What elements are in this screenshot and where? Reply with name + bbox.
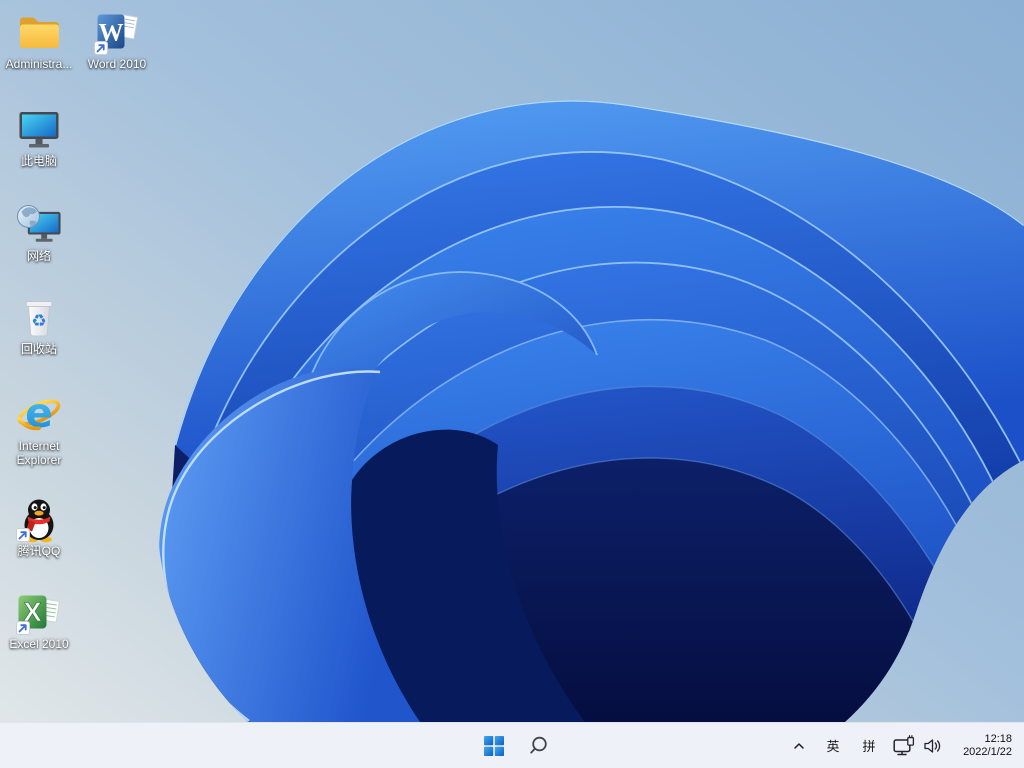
- network-tray-button[interactable]: [890, 728, 920, 764]
- desktop-icon-internet-explorer[interactable]: e Internet Explorer: [1, 390, 77, 467]
- icon-label: 网络: [26, 249, 51, 263]
- icon-label: 此电脑: [20, 154, 57, 168]
- search-icon: [530, 736, 547, 753]
- shortcut-arrow-icon: [94, 41, 108, 55]
- icon-label: Internet Explorer: [16, 439, 62, 467]
- shortcut-arrow-icon: [16, 528, 30, 542]
- word-icon: W: [94, 14, 139, 55]
- icon-label: 腾讯QQ: [17, 544, 61, 558]
- computer-monitor-icon: [19, 112, 59, 148]
- ime-layout-indicator[interactable]: 拼: [856, 728, 882, 764]
- chevron-up-icon: [794, 742, 804, 749]
- desktop-icon-this-pc[interactable]: 此电脑: [1, 105, 77, 168]
- volume-tray-button[interactable]: [920, 728, 946, 764]
- desktop-icon-word-2010[interactable]: W Word 2010: [79, 8, 155, 71]
- system-tray: 英 拼 12:18 2022/1/22: [786, 723, 1024, 768]
- icon-label: Excel 2010: [9, 637, 69, 651]
- desktop-icon-administrator-folder[interactable]: Administra...: [1, 8, 77, 71]
- clock-time: 12:18: [984, 732, 1012, 745]
- clock[interactable]: 12:18 2022/1/22: [954, 733, 1012, 759]
- clock-date: 2022/1/22: [963, 745, 1012, 758]
- desktop-icon-excel-2010[interactable]: X Excel 2010: [1, 588, 77, 651]
- desktop-icon-recycle-bin[interactable]: ♻ 回收站: [1, 293, 77, 356]
- recycle-bin-icon: ♻: [25, 301, 53, 337]
- network-globe-monitor-icon: [17, 205, 61, 242]
- windows-11-desktop: { "desktop": { "icons": [ {"label": "Adm…: [0, 0, 1024, 768]
- icon-label: 回收站: [20, 342, 57, 356]
- icon-label: Administra...: [5, 57, 73, 71]
- shortcut-arrow-icon: [16, 621, 30, 635]
- folder-icon: [20, 17, 59, 48]
- desktop-icon-network[interactable]: 网络: [1, 200, 77, 263]
- speaker-icon: [924, 738, 941, 753]
- internet-explorer-icon: e: [17, 390, 61, 437]
- qq-penguin-icon: [16, 499, 54, 543]
- ethernet-network-icon: [893, 735, 915, 756]
- taskbar: 英 拼 12:18 2022/1/22: [0, 722, 1024, 768]
- search-button[interactable]: [520, 728, 556, 764]
- wallpaper-bloom: [158, 100, 1024, 722]
- windows-logo-icon: [484, 735, 504, 756]
- ime-language-indicator[interactable]: 英: [820, 728, 846, 764]
- taskbar-center-group: [476, 723, 556, 768]
- hidden-icons-button[interactable]: [786, 728, 812, 764]
- excel-icon: X: [16, 595, 60, 635]
- start-button[interactable]: [476, 728, 512, 764]
- desktop-icon-tencent-qq[interactable]: 腾讯QQ: [1, 495, 77, 558]
- icon-label: Word 2010: [87, 57, 147, 71]
- svg-text:♻: ♻: [31, 312, 46, 332]
